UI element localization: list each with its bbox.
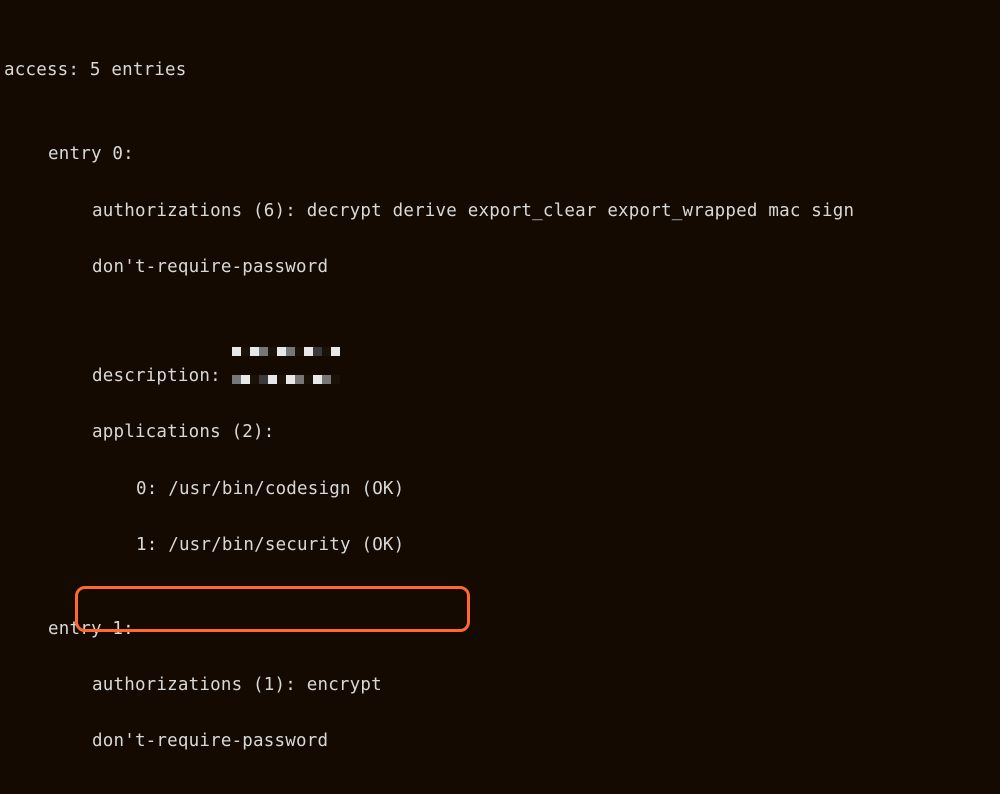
description-label: description: (92, 366, 232, 386)
authorizations-line: authorizations (6): decrypt derive expor… (4, 197, 996, 225)
entry-title: entry 0: (4, 140, 996, 168)
application-item: 0: /usr/bin/codesign (OK) (4, 475, 996, 503)
redacted-text (232, 784, 347, 794)
terminal-output: access: 5 entries entry 0: authorization… (0, 0, 1000, 794)
applications-header: applications (2): (4, 418, 996, 446)
application-item: 1: /usr/bin/security (OK) (4, 531, 996, 559)
access-header: access: 5 entries (4, 56, 996, 84)
require-line: don't-require-password (4, 727, 996, 755)
description-line: description: (4, 309, 996, 390)
authorizations-line: authorizations (1): encrypt (4, 671, 996, 699)
entry-title: entry 1: (4, 615, 996, 643)
require-line: don't-require-password (4, 253, 996, 281)
description-line: description: (4, 784, 996, 794)
redacted-text (232, 309, 342, 327)
